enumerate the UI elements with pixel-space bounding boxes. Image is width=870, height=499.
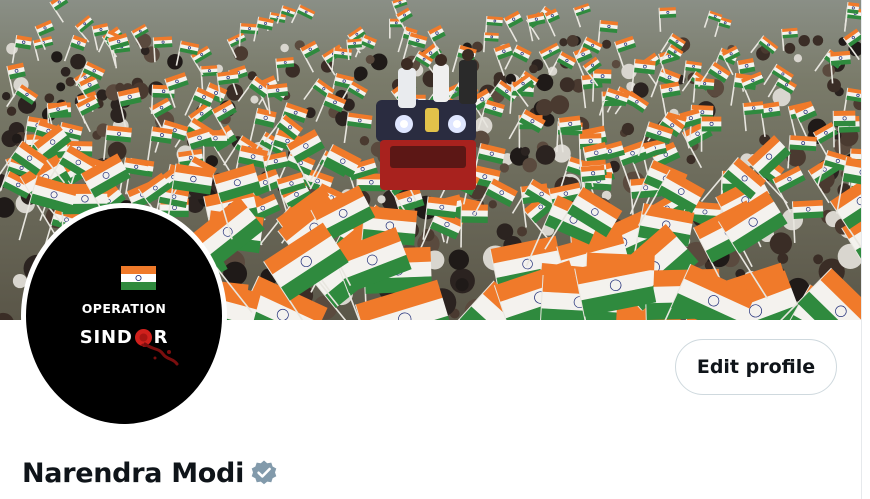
india-flag-icon	[121, 266, 156, 290]
verified-badge-icon[interactable]	[250, 459, 278, 487]
display-name: Narendra Modi	[22, 457, 245, 489]
avatar-text-sindoor: SIND R	[26, 327, 222, 351]
edit-profile-button[interactable]: Edit profile	[675, 339, 837, 395]
avatar-text-operation: OPERATION	[81, 301, 167, 316]
profile-name-row: Narendra Modi	[22, 453, 278, 493]
sindoor-splash-icon	[143, 342, 179, 366]
avatar-image: OPERATION SIND R	[26, 208, 222, 424]
profile-avatar[interactable]: OPERATION SIND R	[21, 203, 227, 429]
avatar-text-sindoor-part1: SIND	[79, 327, 133, 348]
profile-page: OPERATION SIND R Edit profile Narendra M…	[0, 0, 870, 499]
column-divider	[861, 0, 862, 499]
